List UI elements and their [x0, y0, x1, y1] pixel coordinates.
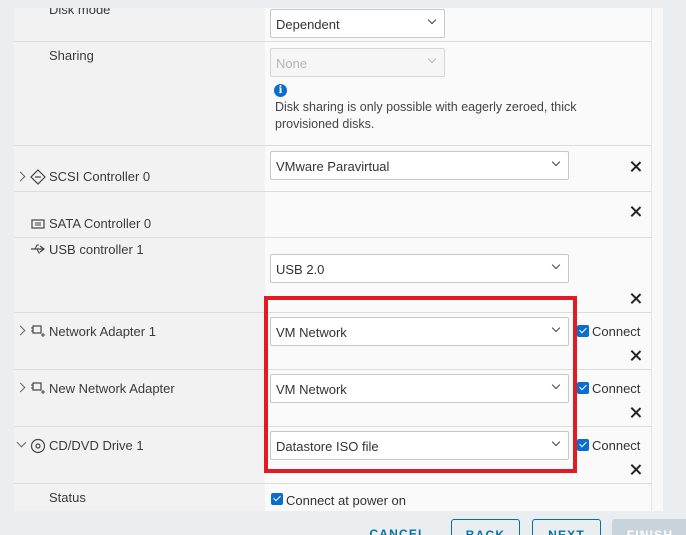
scsi-controller-row: SCSI Controller 0 VMware Paravirtual [14, 146, 651, 192]
cancel-button[interactable]: CANCEL [362, 519, 434, 535]
remove-usb-icon[interactable] [630, 293, 642, 305]
network-adapter-1-connect-label: Connect [592, 324, 641, 339]
chevron-right-icon[interactable] [15, 382, 26, 393]
new-network-adapter-select[interactable]: VM Network [270, 374, 569, 403]
disk-mode-select[interactable]: Dependent [270, 9, 445, 38]
sharing-select[interactable]: None [270, 48, 445, 77]
usb-controller-label: USB controller 1 [49, 242, 144, 257]
disk-mode-label: Disk mode [49, 8, 111, 17]
chevron-down-icon [551, 437, 561, 447]
cd-dvd-icon [30, 438, 46, 454]
usb-icon [31, 244, 45, 254]
sata-controller-label: SATA Controller 0 [49, 216, 152, 231]
virtual-hardware-panel: Disk mode Dependent Sharing None i Disk … [14, 8, 651, 511]
new-network-adapter-label: New Network Adapter [49, 381, 175, 396]
vertical-scrollbar[interactable] [651, 8, 663, 511]
cd-dvd-drive-row: CD/DVD Drive 1 Datastore ISO file Connec… [14, 427, 651, 484]
chevron-right-icon[interactable] [15, 325, 26, 336]
scsi-controller-label: SCSI Controller 0 [49, 169, 151, 184]
remove-scsi-icon[interactable] [630, 161, 642, 173]
network-adapter-icon [31, 325, 45, 337]
scsi-type-select[interactable]: VMware Paravirtual [270, 151, 569, 180]
remove-cd-dvd-icon[interactable] [630, 464, 642, 476]
chevron-right-icon[interactable] [15, 171, 26, 182]
back-button[interactable]: BACK [451, 519, 520, 535]
network-adapter-1-row: Network Adapter 1 VM Network Connect [14, 313, 651, 370]
new-network-adapter-connect-label: Connect [592, 381, 641, 396]
cd-dvd-connect-label: Connect [592, 438, 641, 453]
usb-controller-row: USB controller 1 USB 2.0 [14, 238, 651, 313]
next-button[interactable]: NEXT [532, 519, 601, 535]
network-adapter-icon [31, 382, 45, 394]
chevron-down-icon [427, 54, 437, 64]
sharing-row: Sharing None i Disk sharing is only poss… [14, 42, 651, 146]
network-adapter-1-select[interactable]: VM Network [270, 317, 569, 346]
chevron-down-icon [551, 380, 561, 390]
chevron-down-icon [427, 15, 437, 25]
status-row: Status Connect at power on [14, 484, 651, 511]
sata-controller-row: SATA Controller 0 [14, 192, 651, 238]
connect-at-power-on-label: Connect at power on [286, 493, 406, 508]
network-adapter-1-connect-checkbox[interactable] [577, 325, 589, 337]
sharing-label: Sharing [49, 48, 94, 63]
chevron-down-icon[interactable] [16, 437, 27, 448]
connect-at-power-on-checkbox[interactable] [271, 493, 283, 505]
finish-button[interactable]: FINISH [612, 519, 686, 535]
sharing-note: Disk sharing is only possible with eager… [275, 100, 577, 131]
status-label: Status [49, 490, 86, 505]
disk-mode-row: Disk mode Dependent [14, 8, 651, 42]
remove-new-network-adapter-icon[interactable] [630, 407, 642, 419]
sata-controller-icon [31, 219, 45, 229]
chevron-down-icon [551, 260, 561, 270]
scsi-controller-icon [30, 169, 46, 185]
usb-type-select[interactable]: USB 2.0 [270, 254, 569, 283]
chevron-down-icon [551, 157, 561, 167]
remove-sata-icon[interactable] [630, 206, 642, 218]
new-network-adapter-connect-checkbox[interactable] [577, 382, 589, 394]
cd-dvd-drive-label: CD/DVD Drive 1 [49, 438, 144, 453]
remove-network-adapter-1-icon[interactable] [630, 350, 642, 362]
cd-dvd-connect-checkbox[interactable] [577, 439, 589, 451]
new-network-adapter-row: New Network Adapter VM Network Connect [14, 370, 651, 427]
wizard-footer: CANCEL BACK NEXT FINISH [0, 511, 686, 535]
chevron-down-icon [551, 323, 561, 333]
info-icon: i [274, 84, 287, 97]
network-adapter-1-label: Network Adapter 1 [49, 324, 156, 339]
cd-dvd-source-select[interactable]: Datastore ISO file [270, 431, 569, 460]
